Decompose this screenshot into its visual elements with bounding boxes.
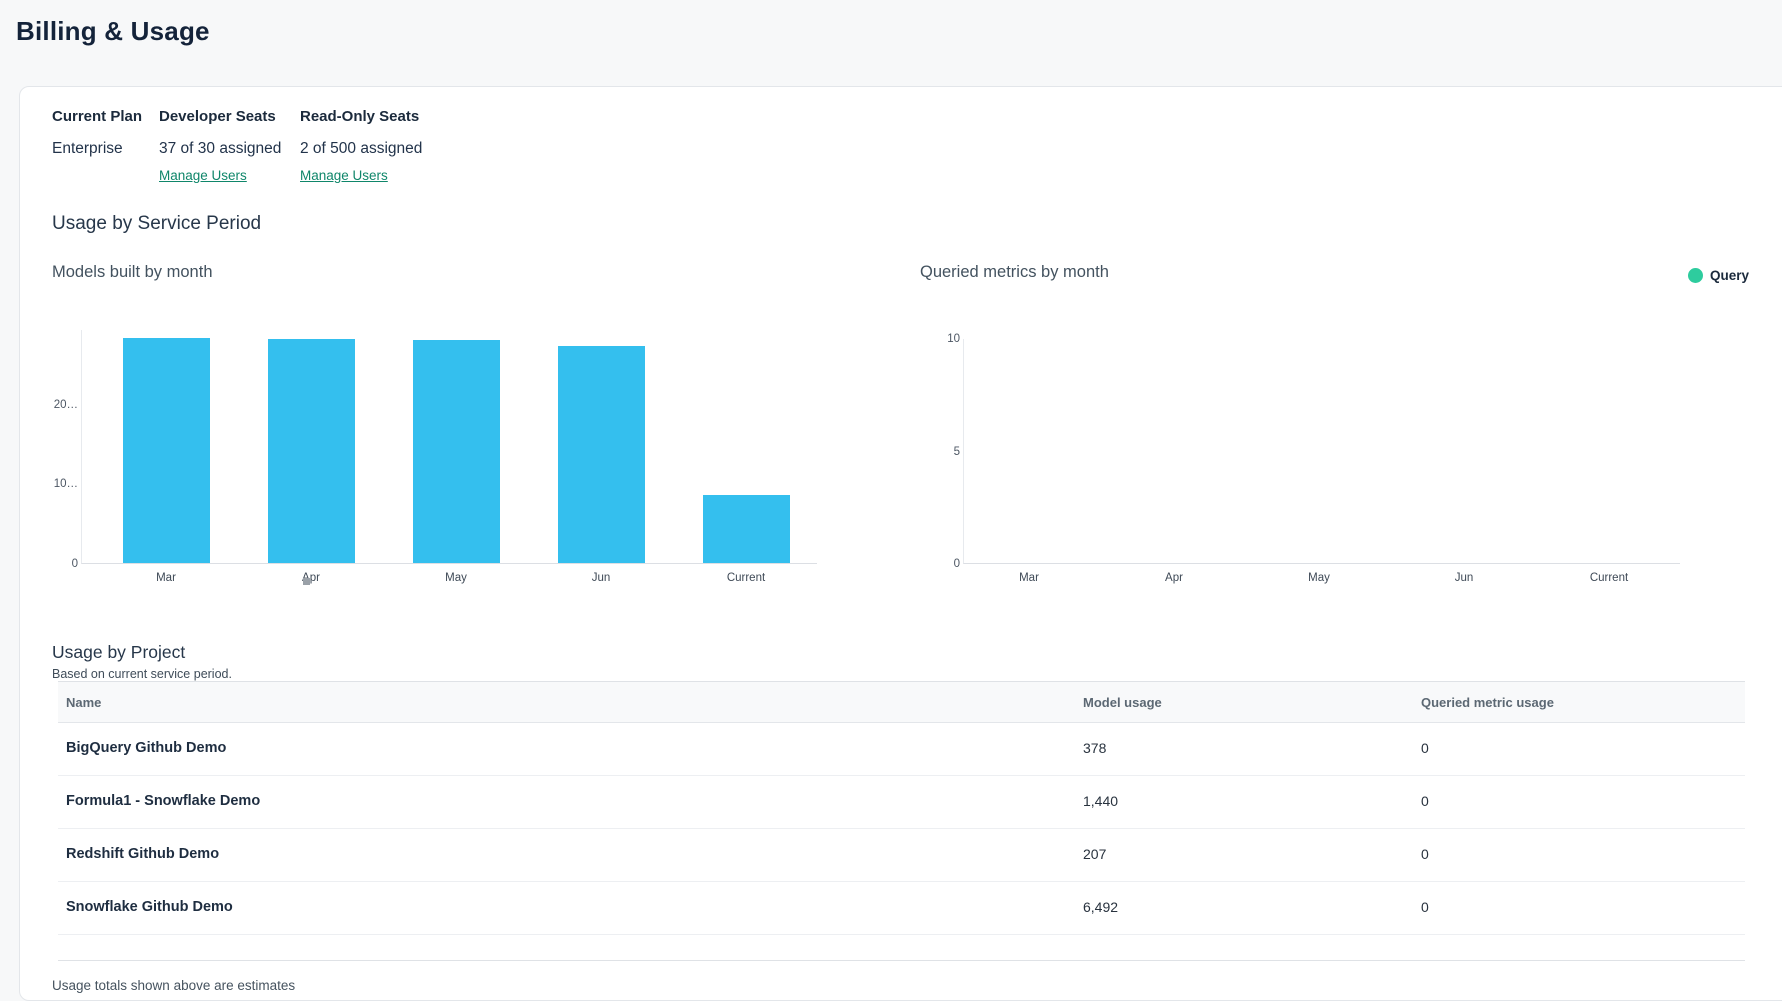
readonly-seats-label: Read-Only Seats — [300, 108, 419, 125]
column-header-name: Name — [66, 695, 101, 710]
table-header-row: Name Model usage Queried metric usage — [58, 681, 1745, 723]
bar-may — [413, 340, 500, 563]
table-row: Snowflake Github Demo 6,492 0 — [58, 882, 1745, 935]
queried-metrics-chart: 0510MarAprMayJunCurrent — [963, 339, 1680, 564]
models-built-chart: 010…20…MarAprMayJunCurrent — [81, 330, 817, 564]
x-axis-label: Jun — [1414, 572, 1514, 584]
column-header-model-usage: Model usage — [1083, 695, 1162, 710]
table-row: BigQuery Github Demo 378 0 — [58, 723, 1745, 776]
x-axis-label: Current — [696, 572, 796, 584]
queried-metric-usage-cell: 0 — [1421, 899, 1429, 915]
x-axis-label: Mar — [116, 572, 216, 584]
bar-current — [703, 495, 790, 563]
bar-apr — [268, 339, 355, 563]
queried-metric-usage-cell: 0 — [1421, 740, 1429, 756]
usage-by-service-period-heading: Usage by Service Period — [52, 213, 261, 235]
y-axis-tick-label: 20… — [28, 398, 78, 412]
table-row: Redshift Github Demo 207 0 — [58, 829, 1745, 882]
manage-users-link-readonly[interactable]: Manage Users — [300, 168, 388, 183]
x-axis-label: Mar — [979, 572, 1079, 584]
y-axis-tick-label: 0 — [28, 557, 78, 571]
model-usage-cell: 378 — [1083, 740, 1106, 756]
manage-users-link-developer[interactable]: Manage Users — [159, 168, 247, 183]
usage-estimates-note: Usage totals shown above are estimates — [52, 978, 295, 993]
y-axis-tick-label: 10… — [28, 477, 78, 491]
x-axis-label: Apr — [1124, 572, 1224, 584]
y-axis-tick-label: 5 — [910, 445, 960, 459]
x-axis-label: May — [406, 572, 506, 584]
model-usage-cell: 6,492 — [1083, 899, 1118, 915]
table-bottom-divider — [58, 960, 1745, 961]
usage-by-project-subheading: Based on current service period. — [52, 667, 232, 681]
project-name-cell: Redshift Github Demo — [66, 846, 219, 862]
project-name-cell: BigQuery Github Demo — [66, 740, 226, 756]
x-axis-label: Apr — [261, 572, 361, 584]
developer-seats-value: 37 of 30 assigned — [159, 140, 281, 158]
readonly-seats-value: 2 of 500 assigned — [300, 140, 422, 158]
developer-seats-label: Developer Seats — [159, 108, 276, 125]
legend-swatch-icon — [1688, 268, 1703, 283]
current-plan-label: Current Plan — [52, 108, 142, 125]
x-axis-label: Jun — [551, 572, 651, 584]
queried-metrics-chart-title: Queried metrics by month — [920, 263, 1109, 282]
bar-mar — [123, 338, 210, 563]
current-plan-value: Enterprise — [52, 140, 123, 158]
project-name-cell: Snowflake Github Demo — [66, 899, 233, 915]
y-axis-tick-label: 10 — [910, 332, 960, 346]
x-axis-label: Current — [1559, 572, 1659, 584]
legend-item-query[interactable]: Query — [1688, 268, 1749, 283]
x-axis-label: May — [1269, 572, 1369, 584]
stray-pixel-artifact — [303, 578, 310, 585]
usage-by-project-heading: Usage by Project — [52, 642, 185, 663]
models-built-chart-title: Models built by month — [52, 263, 213, 282]
table-row: Formula1 - Snowflake Demo 1,440 0 — [58, 776, 1745, 829]
column-header-queried-metric-usage: Queried metric usage — [1421, 695, 1554, 710]
queried-metric-usage-cell: 0 — [1421, 793, 1429, 809]
project-name-cell: Formula1 - Snowflake Demo — [66, 793, 260, 809]
model-usage-cell: 1,440 — [1083, 793, 1118, 809]
model-usage-cell: 207 — [1083, 846, 1106, 862]
legend-label: Query — [1710, 268, 1749, 283]
bar-jun — [558, 346, 645, 563]
queried-metric-usage-cell: 0 — [1421, 846, 1429, 862]
y-axis-tick-label: 0 — [910, 557, 960, 571]
page-title: Billing & Usage — [16, 16, 210, 47]
